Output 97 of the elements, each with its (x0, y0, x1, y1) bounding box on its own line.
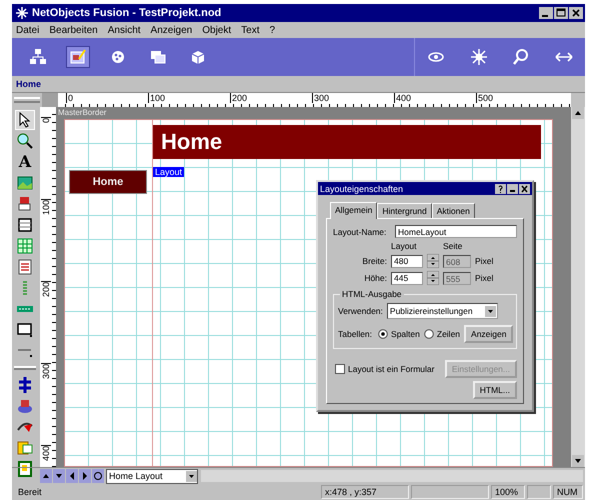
page-left-icon[interactable] (66, 469, 78, 483)
radio-option[interactable]: Zeilen (424, 329, 460, 339)
ruler-label: 300 (41, 363, 51, 380)
unit-label: Pixel (475, 256, 494, 266)
cursor-position: x:478 , y:357 (321, 485, 409, 499)
field-label: Höhe: (363, 273, 387, 283)
radio-button-icon[interactable] (424, 329, 434, 339)
ruler-label: 300 (312, 93, 330, 103)
help-icon[interactable] (495, 184, 506, 194)
navbar-icon[interactable] (16, 376, 34, 394)
ruler-label: 200 (230, 93, 248, 103)
field-label: Layout-Name: (333, 226, 388, 236)
number-field[interactable]: 445 (391, 272, 423, 284)
minimize-icon[interactable] (507, 184, 518, 194)
dropdown[interactable]: Publiziereinstellungen (386, 303, 498, 319)
cube-icon (189, 48, 207, 66)
window-title: NetObjects Fusion - TestProjekt.nod (32, 7, 222, 19)
ruler-label: 400 (394, 93, 412, 103)
menu-item[interactable]: Objekt (202, 24, 232, 36)
horizontal-scrollbar[interactable] (201, 470, 583, 482)
menu-item[interactable]: Ansicht (108, 24, 141, 36)
search-icon[interactable] (512, 48, 530, 66)
column-label: Layout (391, 241, 418, 251)
ruler-corner (42, 93, 58, 107)
close-icon[interactable] (569, 7, 583, 19)
readonly-field: 608 (443, 254, 471, 268)
ruler-label: 0 (41, 117, 51, 124)
palette-grip (14, 97, 40, 103)
document-icon[interactable] (16, 460, 34, 478)
ruler-label: 200 (41, 281, 51, 298)
menu-item[interactable]: ? (269, 24, 276, 36)
page-edit-button[interactable] (66, 46, 90, 68)
minimize-icon[interactable] (539, 7, 553, 19)
group-title: HTML-Ausgabe (340, 289, 404, 299)
ruler-label: 0 (66, 93, 74, 103)
form-checkbox[interactable]: Layout ist ein Formular (335, 364, 434, 374)
banner-icon[interactable] (16, 397, 34, 415)
app-logo-icon (16, 7, 28, 19)
nav-button[interactable]: Home (69, 170, 147, 194)
tab[interactable]: Aktionen (432, 203, 475, 218)
menu-item[interactable]: Datei (16, 24, 40, 36)
scroll-up-icon[interactable] (572, 107, 584, 119)
pointer-icon[interactable] (16, 111, 34, 129)
ruler-label: 500 (476, 93, 494, 103)
sun-icon[interactable] (470, 48, 488, 66)
menu-item[interactable]: Text (241, 24, 260, 36)
layout-name-field[interactable]: HomeLayout (395, 225, 517, 238)
radio-option[interactable]: Spalten (378, 329, 420, 339)
checkbox-icon[interactable] (335, 364, 345, 374)
maximize-icon[interactable] (554, 7, 568, 19)
palette-icon (109, 48, 127, 66)
field-label: Tabellen: (338, 329, 372, 339)
layout-dropdown[interactable]: Home Layout (106, 468, 198, 484)
page-down-icon[interactable] (53, 469, 65, 483)
spinner-icon[interactable] (427, 254, 439, 268)
column-label: Seite (443, 241, 462, 251)
frame-icon[interactable] (16, 439, 34, 457)
page-up-icon[interactable] (40, 469, 52, 483)
field-label: Breite: (361, 256, 387, 266)
ruler-label: 100 (148, 93, 166, 103)
form-icon[interactable] (16, 258, 34, 276)
refresh-icon[interactable] (92, 469, 104, 483)
radio-button-icon[interactable] (378, 329, 388, 339)
images-icon (149, 48, 167, 66)
zoom-level: 100% (491, 485, 525, 499)
ruler-label: 400 (41, 445, 51, 462)
menu-item[interactable]: Bearbeiten (49, 24, 98, 36)
breadcrumb-link[interactable]: Home (16, 79, 42, 89)
zoom-icon[interactable] (16, 132, 34, 150)
page-banner: Home (153, 125, 541, 159)
html-button[interactable]: HTML... (472, 381, 517, 399)
ruler-label: 100 (41, 199, 51, 216)
page-right-icon[interactable] (79, 469, 91, 483)
number-field[interactable]: 480 (391, 254, 423, 268)
menu-item[interactable]: Anzeigen (150, 24, 192, 36)
vertical-scrollbar[interactable] (571, 107, 585, 467)
box-icon[interactable] (16, 321, 34, 339)
field-label: Verwenden: (338, 306, 383, 316)
rectangle-icon[interactable] (16, 216, 34, 234)
close-icon[interactable] (519, 184, 530, 194)
layout-label: Layout (153, 167, 184, 177)
readonly-field: 555 (443, 272, 471, 284)
text-tool[interactable]: A (18, 153, 32, 171)
tab[interactable]: Hintergrund (377, 203, 432, 218)
status-panel (527, 485, 551, 499)
show-button[interactable]: Anzeigen (464, 325, 514, 343)
master-border-label: MasterBorder (58, 108, 106, 117)
scroll-down-icon[interactable] (572, 455, 584, 467)
unit-label: Pixel (475, 273, 494, 283)
picture-icon[interactable] (16, 174, 34, 192)
keyboard-mode: NUM (553, 485, 583, 499)
spinner-icon[interactable] (427, 271, 439, 285)
page-edit-icon (69, 48, 87, 66)
status-message: Bereit (17, 486, 43, 499)
tab[interactable]: Allgemein (330, 202, 378, 219)
sitemap-icon (29, 48, 47, 66)
dialog-title: Layouteigenschaften (320, 184, 404, 194)
